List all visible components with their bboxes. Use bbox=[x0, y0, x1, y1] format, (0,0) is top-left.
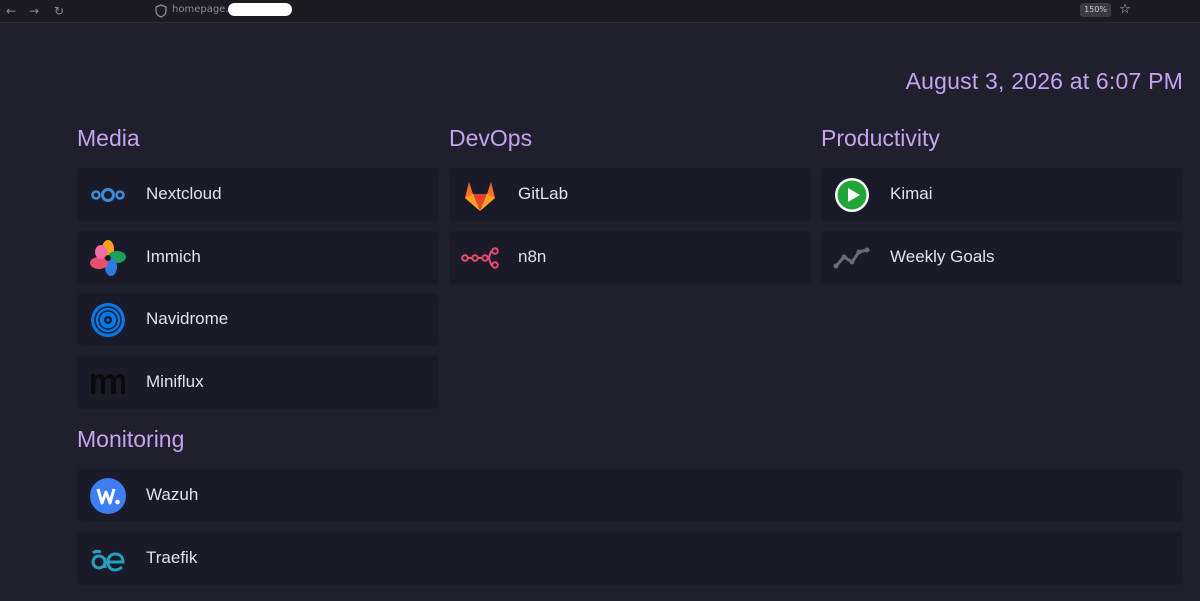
datetime-widget: August 3, 2026 at 6:07 PM bbox=[905, 68, 1183, 94]
service-card-traefik[interactable]: Traefik bbox=[77, 532, 1183, 585]
zoom-level-badge[interactable]: 150% bbox=[1080, 3, 1111, 17]
service-card-wazuh[interactable]: Wazuh bbox=[77, 469, 1183, 522]
forward-arrow-icon: → bbox=[28, 4, 40, 18]
group-title-media: Media bbox=[77, 125, 140, 151]
service-name: Weekly Goals bbox=[890, 247, 995, 266]
miniflux-icon bbox=[89, 364, 127, 402]
url-redaction bbox=[228, 3, 292, 16]
traefik-icon bbox=[89, 540, 127, 578]
service-name: Traefik bbox=[146, 548, 198, 567]
service-name: n8n bbox=[518, 247, 547, 266]
group-title-devops: DevOps bbox=[449, 125, 533, 151]
service-card-kimai[interactable]: Kimai bbox=[821, 168, 1183, 221]
group-title-monitoring: Monitoring bbox=[77, 426, 185, 452]
wazuh-icon bbox=[89, 477, 127, 515]
service-name: Immich bbox=[146, 247, 201, 266]
reload-icon: ↻ bbox=[53, 4, 65, 18]
back-arrow-icon: ← bbox=[5, 4, 17, 18]
service-name: GitLab bbox=[518, 184, 569, 203]
service-card-gitlab[interactable]: GitLab bbox=[449, 168, 811, 221]
service-name: Miniflux bbox=[146, 372, 204, 391]
service-card-immich[interactable]: Immich bbox=[77, 231, 439, 284]
service-card-nextcloud[interactable]: Nextcloud bbox=[77, 168, 439, 221]
back-button[interactable]: ← bbox=[3, 3, 19, 19]
url-text: homepage. bbox=[172, 4, 229, 15]
browser-toolbar: ← → ↻ homepage. 150% ☆ bbox=[0, 0, 1200, 23]
service-name: Wazuh bbox=[146, 485, 199, 504]
shield-icon bbox=[155, 4, 167, 18]
immich-icon bbox=[89, 239, 127, 277]
bookmark-star-icon[interactable]: ☆ bbox=[1118, 2, 1132, 18]
service-name: Navidrome bbox=[146, 309, 229, 328]
reload-button[interactable]: ↻ bbox=[51, 3, 67, 19]
kimai-icon bbox=[833, 176, 871, 214]
service-card-navidrome[interactable]: Navidrome bbox=[77, 293, 439, 346]
service-card-n8n[interactable]: n8n bbox=[449, 231, 811, 284]
service-card-miniflux[interactable]: Miniflux bbox=[77, 356, 439, 409]
forward-button[interactable]: → bbox=[26, 3, 42, 19]
group-title-productivity: Productivity bbox=[821, 125, 940, 151]
chart-line-icon bbox=[833, 239, 871, 277]
service-name: Nextcloud bbox=[146, 184, 222, 203]
service-card-weekly-goals[interactable]: Weekly Goals bbox=[821, 231, 1183, 284]
gitlab-icon bbox=[461, 176, 499, 214]
n8n-icon bbox=[461, 239, 499, 277]
nextcloud-icon bbox=[89, 176, 127, 214]
service-name: Kimai bbox=[890, 184, 933, 203]
navidrome-icon bbox=[89, 301, 127, 339]
address-bar[interactable]: homepage. 150% ☆ bbox=[150, 1, 1135, 21]
